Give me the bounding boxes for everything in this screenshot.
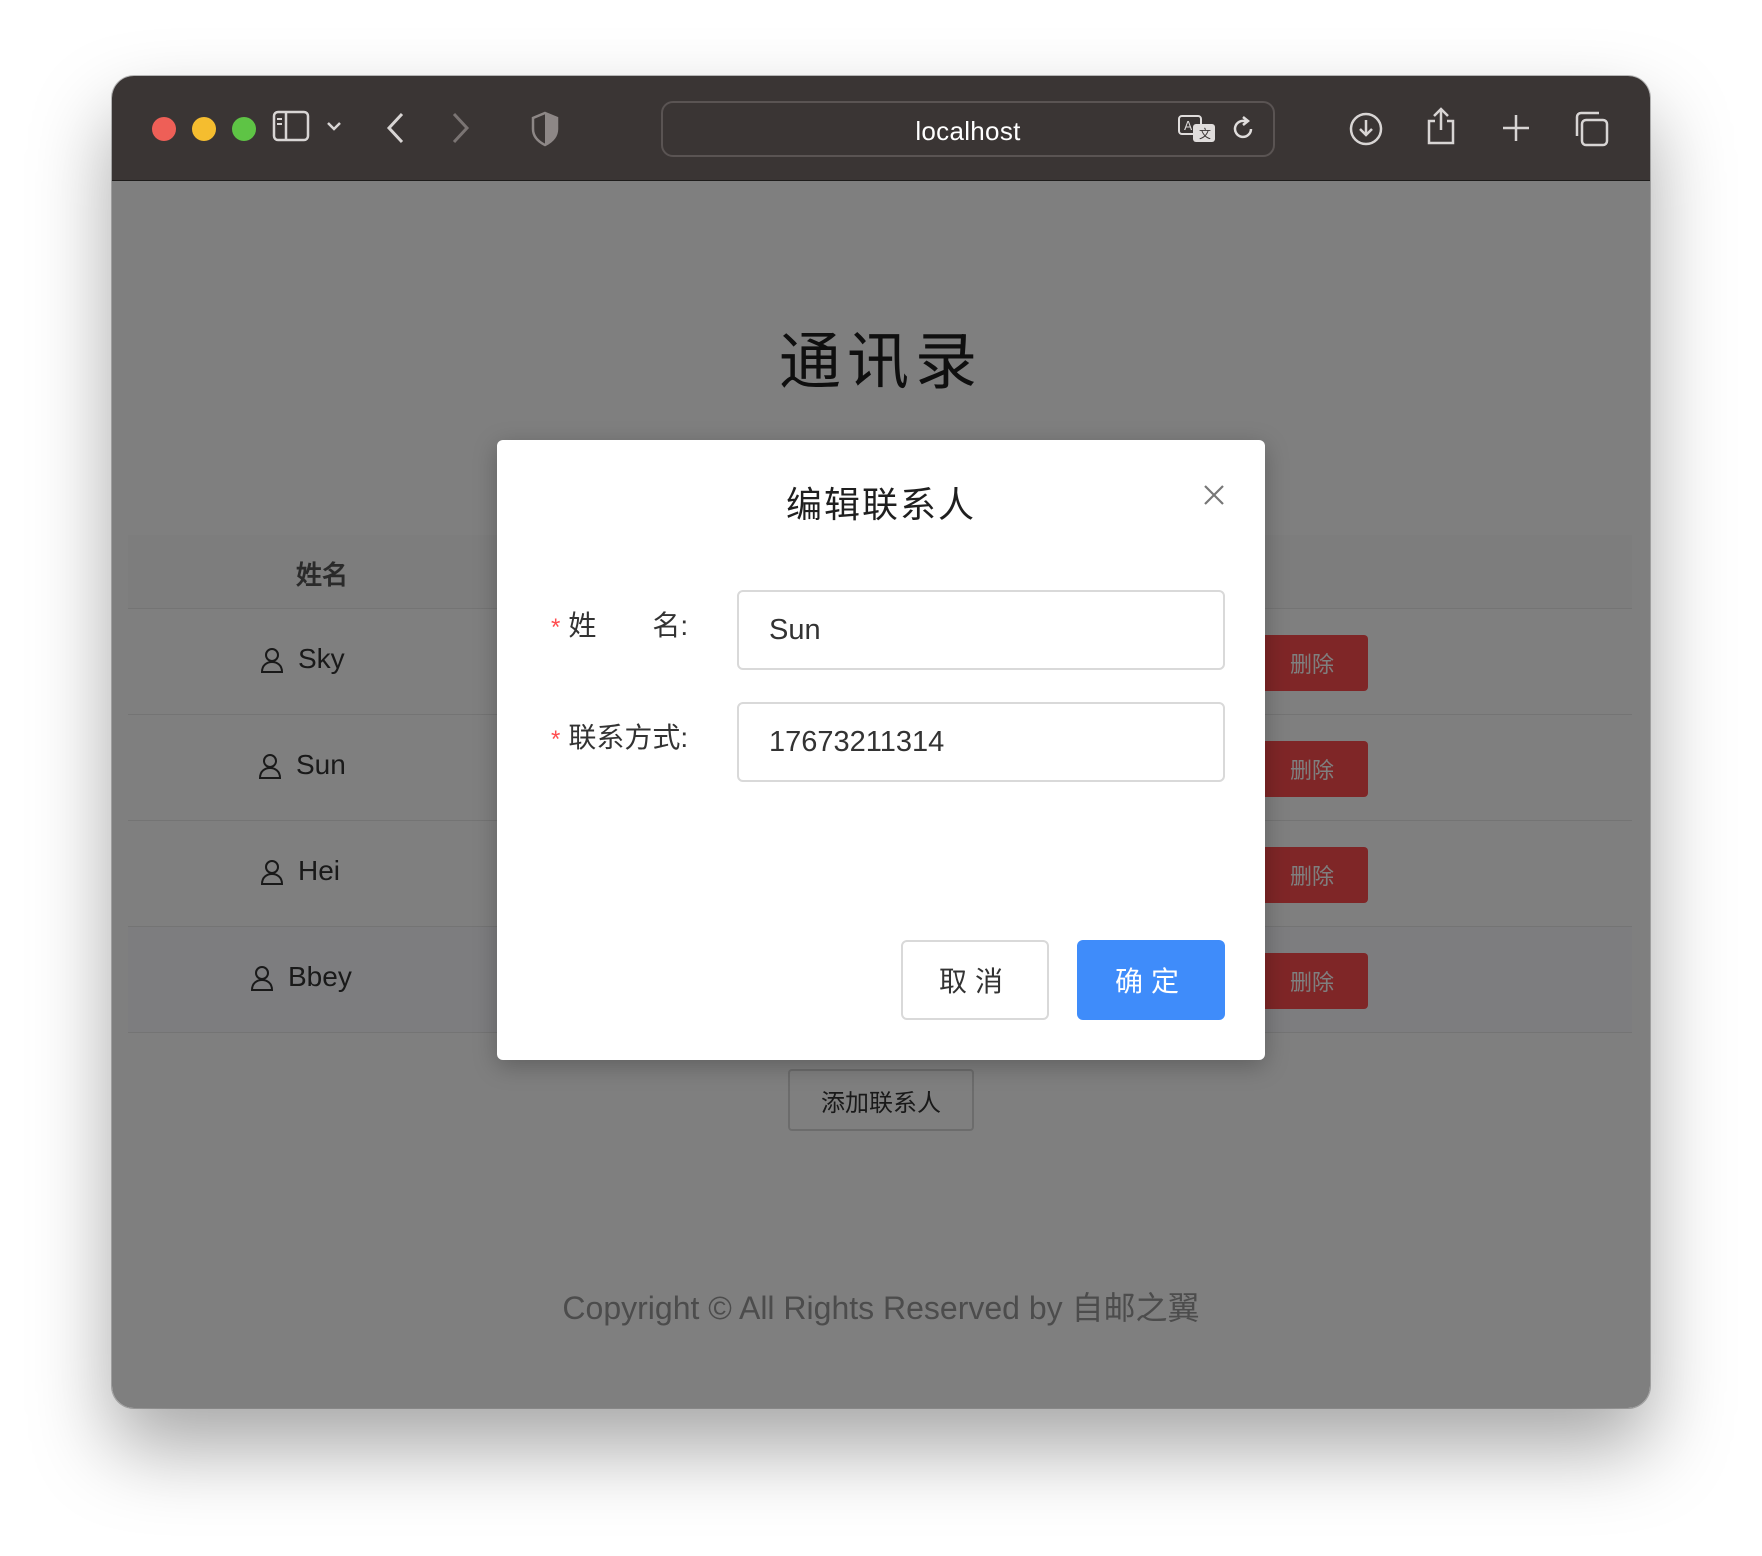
forward-icon[interactable] [448, 108, 474, 148]
edit-contact-dialog: 编辑联系人 * 姓 名: Sun * 联系方式: 17673211314 取消 确定 [497, 440, 1265, 1060]
page-content: 通讯录 姓名 Sky 编辑 删除 Sun 编辑 删除 Hei 编辑 [112, 181, 1650, 1408]
back-icon[interactable] [382, 108, 408, 148]
cancel-button[interactable]: 取消 [901, 940, 1049, 1020]
address-bar[interactable]: localhost A文 [661, 101, 1275, 157]
share-icon[interactable] [1424, 106, 1458, 146]
phone-input[interactable]: 17673211314 [737, 702, 1225, 782]
new-tab-icon[interactable] [1500, 112, 1532, 144]
phone-field-label: * 联系方式: [551, 716, 688, 756]
translate-icon[interactable]: A文 [1177, 113, 1217, 145]
name-input[interactable]: Sun [737, 590, 1225, 670]
minimize-window-button[interactable] [192, 117, 216, 141]
name-label-text: 姓 名: [568, 610, 689, 641]
dialog-title: 编辑联系人 [785, 484, 976, 525]
confirm-button[interactable]: 确定 [1077, 940, 1225, 1020]
maximize-window-button[interactable] [232, 117, 256, 141]
reload-icon[interactable] [1229, 115, 1257, 143]
download-icon[interactable] [1348, 111, 1384, 147]
shield-icon[interactable] [530, 111, 560, 147]
required-mark: * [551, 614, 561, 641]
chevron-down-icon[interactable] [324, 116, 344, 136]
svg-text:A: A [1184, 119, 1193, 133]
required-mark: * [551, 726, 561, 753]
close-window-button[interactable] [152, 117, 176, 141]
browser-toolbar: localhost A文 [112, 76, 1650, 181]
svg-text:文: 文 [1199, 126, 1211, 141]
browser-window: localhost A文 通讯录 姓名 [112, 76, 1650, 1408]
name-field-label: * 姓 名: [551, 604, 688, 644]
sidebar-icon[interactable] [272, 109, 312, 145]
tabs-overview-icon[interactable] [1572, 110, 1610, 148]
close-icon[interactable] [1197, 478, 1231, 512]
phone-label-text: 联系方式: [568, 722, 689, 753]
